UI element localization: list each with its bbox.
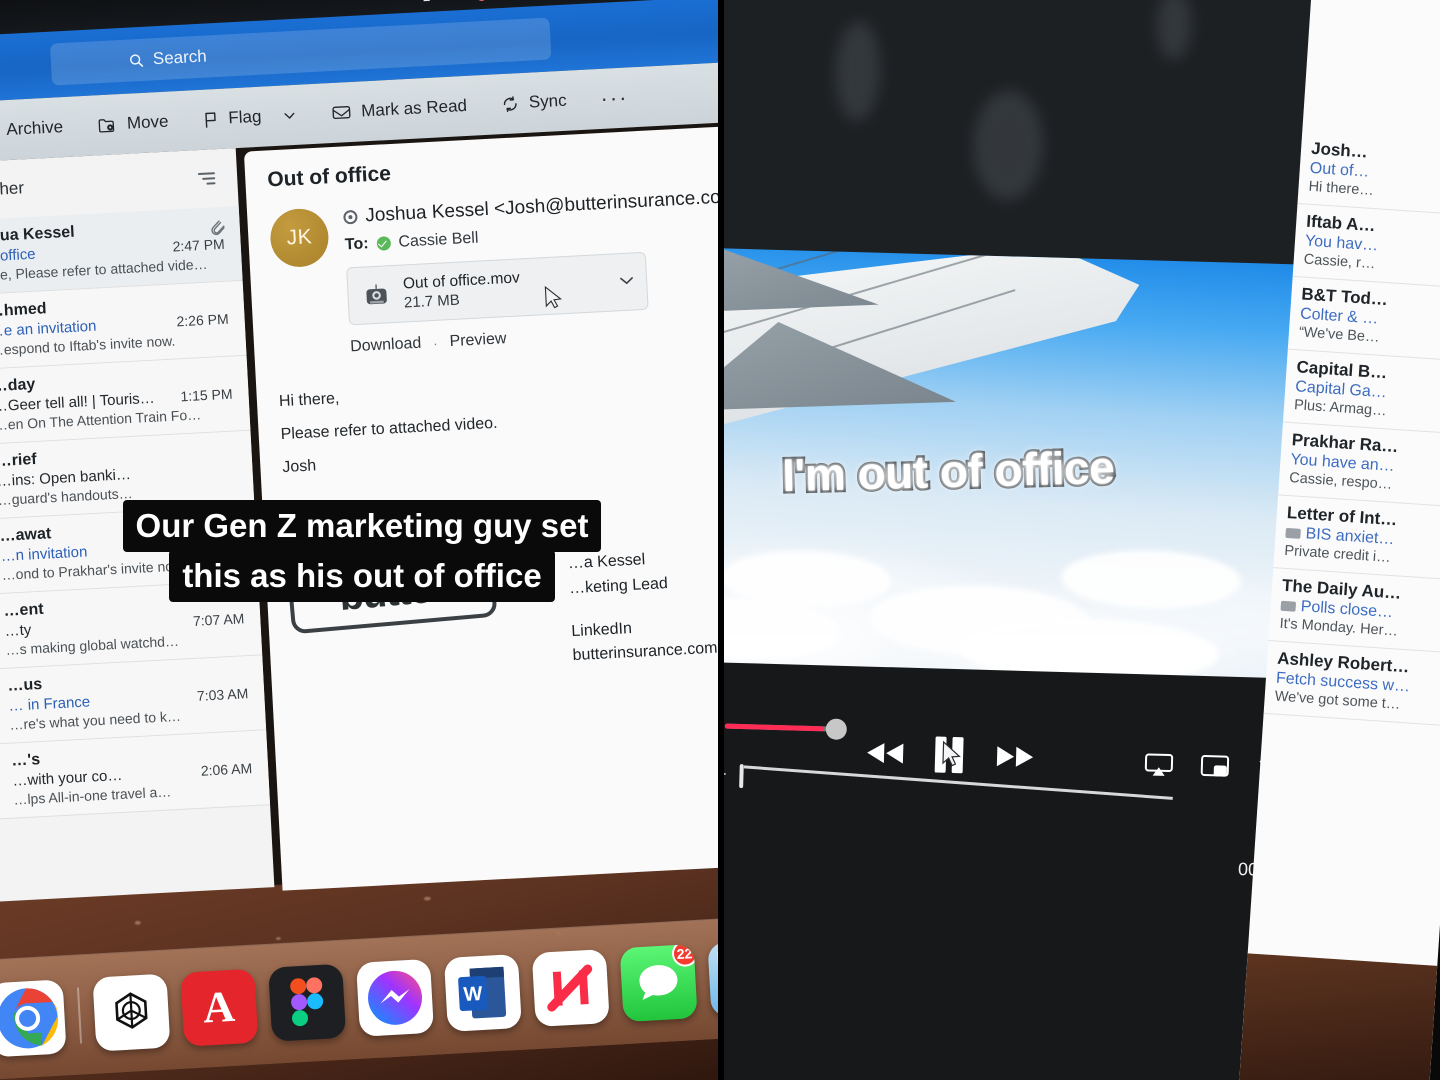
message-time: 2:26 PM: [176, 310, 230, 330]
mouse-cursor: [942, 740, 963, 775]
archive-label: Archive: [5, 117, 64, 140]
action-separator: ·: [432, 335, 439, 351]
phone-screen-pane: I'm out of office 00:01 00:27: [720, 0, 1440, 1080]
signature-website-link[interactable]: butterinsurance.com.au: [572, 639, 720, 665]
sync-button[interactable]: Sync: [500, 91, 567, 114]
messages-icon[interactable]: 22: [619, 943, 698, 1022]
news-icon[interactable]: [531, 948, 610, 1027]
volume-slider[interactable]: [724, 718, 848, 741]
attachment-name: Out of office.mov: [402, 268, 521, 293]
email-header: JK Joshua Kessel <Josh@butterinsurance.c…: [268, 186, 720, 361]
attachment-chip[interactable]: Out of office.mov 21.7 MB: [346, 251, 649, 326]
envelope-icon: [332, 105, 351, 120]
volume-knob[interactable]: [825, 718, 848, 741]
secondary-message-item[interactable]: B&T Tod… Colter & … “We've Be…: [1287, 276, 1440, 363]
chevron-down-icon[interactable]: [282, 107, 298, 123]
video-caption-text: I'm out of office: [779, 439, 1117, 504]
email-body: Hi there, Please refer to attached video…: [278, 362, 720, 484]
move-folder-icon: [98, 118, 114, 133]
secondary-message-item[interactable]: The Daily Au… Polls close… It's Monday. He…: [1268, 568, 1440, 654]
attachment-size: 21.7 MB: [403, 292, 461, 312]
inline-thumbnail-icon: [1285, 527, 1301, 539]
sync-icon: [503, 95, 517, 112]
move-button[interactable]: Move: [96, 112, 169, 136]
mark-as-read-label: Mark as Read: [360, 95, 468, 121]
recording-indicator-dot: [476, 0, 487, 2]
fast-forward-icon[interactable]: [994, 743, 1037, 775]
volume-fill: [724, 723, 824, 732]
chatgpt-icon[interactable]: [91, 973, 170, 1052]
video-frame[interactable]: I'm out of office: [720, 246, 1330, 686]
acrobat-icon[interactable]: A: [179, 968, 258, 1047]
chevron-down-icon[interactable]: [619, 272, 635, 291]
flag-button[interactable]: Flag: [202, 105, 298, 130]
screenshot-root: Window Help: [0, 0, 1440, 1080]
dock-separator: [76, 986, 82, 1043]
move-label: Move: [126, 111, 169, 133]
filter-icon[interactable]: [197, 172, 216, 185]
chrome-icon[interactable]: [0, 978, 67, 1057]
figma-icon[interactable]: [267, 963, 346, 1042]
to-label: To:: [344, 235, 369, 254]
flag-label: Flag: [227, 106, 262, 128]
flag-icon: [205, 111, 216, 128]
inline-thumbnail-icon: [1280, 600, 1297, 612]
overlay-caption-line2: this as his out of office: [169, 550, 555, 602]
attachment-actions: Download · Preview: [350, 318, 720, 356]
mark-as-read-button[interactable]: Mark as Read: [331, 96, 468, 123]
pane-divider: [718, 0, 724, 1080]
sync-label: Sync: [528, 90, 568, 112]
message-list-item[interactable]: …'s …with your co… 2:06 AM …lps All-in-one …: [0, 730, 271, 825]
figma-icon[interactable]: [417, 0, 440, 3]
secondary-message-item[interactable]: Capital B… Capital Ga… Plus: Armag…: [1282, 349, 1440, 436]
volume-control[interactable]: [720, 712, 848, 743]
email-subject: Out of office: [266, 162, 392, 192]
paperclip-icon: [210, 217, 226, 245]
archive-button[interactable]: Archive: [0, 117, 64, 141]
more-options-button[interactable]: ···: [600, 84, 629, 111]
signature-linkedin-link[interactable]: LinkedIn: [571, 611, 720, 645]
secondary-message-item[interactable]: Prakhar Ra… You have an… Cassie, respo…: [1278, 422, 1440, 508]
search-placeholder-text: Search: [152, 46, 208, 69]
mac-display-content: Window Help: [0, 0, 720, 960]
preview-link[interactable]: Preview: [449, 330, 507, 351]
secondary-message-item[interactable]: Iftab A… You hav… Cassie, r…: [1292, 203, 1440, 290]
download-link[interactable]: Download: [350, 335, 422, 357]
desk-surface-right: [1239, 953, 1438, 1080]
search-icon: [129, 53, 144, 67]
video-file-icon: [360, 279, 394, 311]
secondary-message-item[interactable]: Ashley Robert… Fetch success w… We've got …: [1263, 641, 1440, 727]
screen-record-icon[interactable]: [461, 0, 487, 2]
secondary-message-item[interactable]: Josh… Out of… Hi there…: [1297, 131, 1440, 217]
presence-icon: [343, 209, 358, 225]
video-letterbox-top: [720, 0, 1328, 280]
word-icon[interactable]: W: [443, 953, 522, 1032]
picture-in-picture-icon[interactable]: [1199, 754, 1230, 786]
phone-video-app: I'm out of office 00:01 00:27: [720, 0, 1440, 1080]
overlay-caption-line1: Our Gen Z marketing guy set: [122, 500, 602, 552]
message-time: 2:06 AM: [200, 760, 253, 779]
messenger-icon[interactable]: [355, 958, 434, 1037]
svg-text:W: W: [462, 982, 482, 1005]
airplay-icon[interactable]: [1143, 752, 1174, 784]
message-time: 7:07 AM: [192, 610, 245, 629]
secondary-message-item[interactable]: Letter of Int… BIS anxiet… Private credit …: [1273, 495, 1440, 581]
message-time: 7:03 AM: [196, 685, 249, 704]
verified-check-icon: [376, 236, 391, 251]
video-controls: 00:01 00:27: [720, 661, 1308, 939]
avatar: JK: [268, 207, 330, 269]
recipient-name: Cassie Bell: [398, 229, 479, 251]
message-time: 1:15 PM: [180, 385, 233, 405]
rewind-icon[interactable]: [864, 740, 907, 772]
progress-knob[interactable]: [739, 764, 744, 789]
tab-other[interactable]: Other: [0, 178, 25, 200]
overlay-caption: Our Gen Z marketing guy set this as his …: [97, 500, 627, 602]
